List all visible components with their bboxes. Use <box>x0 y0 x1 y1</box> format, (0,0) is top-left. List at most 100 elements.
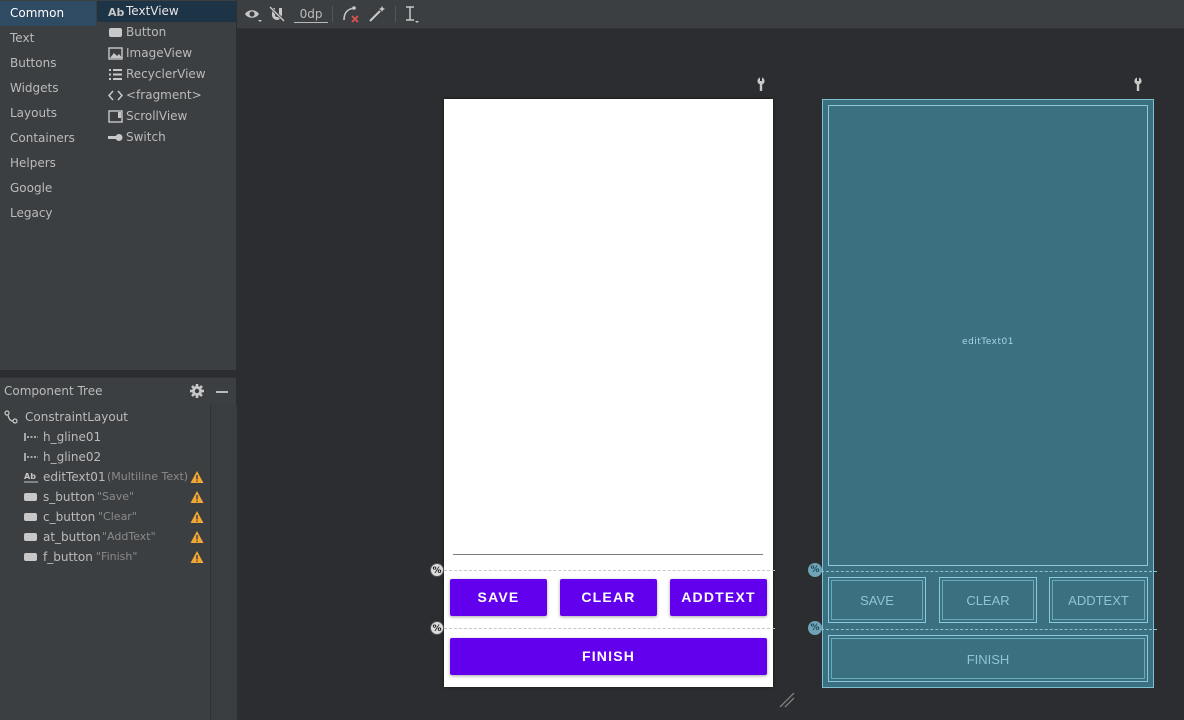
textview-icon: Ab <box>108 1 125 22</box>
palette-panel: Common Text Buttons Widgets Layouts Cont… <box>0 0 236 370</box>
gear-icon[interactable] <box>189 383 205 399</box>
tree-node-f_button[interactable]: f_button "Finish" <box>24 547 210 567</box>
list-icon <box>108 64 124 85</box>
tree-node-desc: (Multiline Text) <box>107 470 189 483</box>
palette-item-label: ScrollView <box>126 109 188 123</box>
palette-item-label: RecyclerView <box>126 67 206 81</box>
tree-node-editText01[interactable]: Ab editText01 (Multiline Text) <box>24 467 210 487</box>
addtext-button[interactable]: ADDTEXT <box>670 579 767 616</box>
magic-wand-icon[interactable] <box>367 4 387 24</box>
palette-category-helpers[interactable]: Helpers <box>0 151 96 176</box>
toolbar-separator <box>395 6 396 22</box>
percent-guideline-icon[interactable]: % <box>808 563 822 577</box>
percent-guideline-icon[interactable]: % <box>430 621 444 635</box>
palette-category-google[interactable]: Google <box>0 176 96 201</box>
attributes-strip <box>210 405 237 720</box>
tree-node-desc: "Clear" <box>98 510 137 523</box>
blueprint-surface[interactable]: editText01 SAVE CLEAR ADDTEXT FINISH <box>821 99 1157 688</box>
edit-text-editText01[interactable] <box>444 99 773 569</box>
tree-node-label: ConstraintLayout <box>25 410 129 424</box>
blueprint-addtext-button[interactable]: ADDTEXT <box>1049 577 1148 623</box>
warning-icon[interactable] <box>190 530 204 544</box>
magnet-off-icon[interactable] <box>268 4 288 24</box>
component-tree-title: Component Tree <box>4 384 103 398</box>
tree-node-label: editText01 <box>43 470 106 484</box>
tree-node-label: at_button <box>43 530 101 544</box>
tree-node-h_gline01[interactable]: h_gline01 <box>24 427 210 447</box>
warning-icon[interactable] <box>190 490 204 504</box>
clear-button[interactable]: CLEAR <box>560 579 657 616</box>
tree-node-label: s_button <box>43 490 95 504</box>
palette-categories: Common Text Buttons Widgets Layouts Cont… <box>0 0 96 370</box>
guideline-h_gline02[interactable] <box>444 628 775 629</box>
blueprint-guideline[interactable] <box>821 629 1157 630</box>
design-toolbar: 0dp <box>237 0 1184 29</box>
tree-node-h_gline02[interactable]: h_gline02 <box>24 447 210 467</box>
blueprint-save-button[interactable]: SAVE <box>828 577 926 623</box>
tree-node-desc: "AddText" <box>102 530 156 543</box>
percent-guideline-icon[interactable]: % <box>430 563 444 577</box>
save-button[interactable]: SAVE <box>450 579 547 616</box>
palette-item-label: ImageView <box>126 46 193 60</box>
tree-node-at_button[interactable]: at_button "AddText" <box>24 527 210 547</box>
palette-item-recyclerview[interactable]: RecyclerView <box>97 64 236 85</box>
blueprint-finish-button[interactable]: FINISH <box>828 635 1148 682</box>
vertical-guidelines-icon[interactable] <box>402 4 422 24</box>
wrench-icon[interactable] <box>1133 76 1143 91</box>
code-brackets-icon <box>107 85 124 106</box>
resize-handle-icon[interactable] <box>778 691 796 709</box>
toolbar-separator <box>332 6 333 22</box>
palette-category-widgets[interactable]: Widgets <box>0 76 96 101</box>
scrollview-icon <box>108 106 124 127</box>
warning-icon[interactable] <box>190 510 204 524</box>
minimize-icon[interactable] <box>216 391 228 393</box>
palette-category-legacy[interactable]: Legacy <box>0 201 96 226</box>
design-surface[interactable]: SAVE CLEAR ADDTEXT FINISH <box>444 99 775 687</box>
guideline-icon <box>24 430 38 444</box>
palette-category-layouts[interactable]: Layouts <box>0 101 96 126</box>
component-tree: ConstraintLayout h_gline01 h_gline02 Ab … <box>0 405 210 720</box>
palette-item-switch[interactable]: Switch <box>97 127 236 148</box>
button-icon <box>108 22 124 43</box>
tree-node-label: c_button <box>43 510 96 524</box>
eye-icon[interactable] <box>243 4 263 24</box>
palette-category-common[interactable]: Common <box>0 1 96 26</box>
switch-icon <box>108 127 124 148</box>
palette-item-imageview[interactable]: ImageView <box>97 43 236 64</box>
palette-category-containers[interactable]: Containers <box>0 126 96 151</box>
button-icon <box>24 530 38 544</box>
tree-node-s_button[interactable]: s_button "Save" <box>24 487 210 507</box>
component-tree-header: Component Tree <box>0 377 236 406</box>
palette-category-text[interactable]: Text <box>0 26 96 51</box>
warning-icon[interactable] <box>190 470 204 484</box>
palette-item-label: TextView <box>126 4 179 18</box>
percent-guideline-icon[interactable]: % <box>808 621 822 635</box>
palette-item-label: Switch <box>126 130 166 144</box>
wrench-icon[interactable] <box>756 76 766 91</box>
tree-node-label: f_button <box>43 550 93 564</box>
clear-constraints-icon[interactable] <box>341 4 361 24</box>
svg-text:Ab: Ab <box>24 472 36 481</box>
guideline-h_gline01[interactable] <box>444 570 775 571</box>
blueprint-edittext[interactable]: editText01 <box>828 105 1148 566</box>
finish-button[interactable]: FINISH <box>450 638 767 675</box>
button-icon <box>24 490 38 504</box>
palette-item-scrollview[interactable]: ScrollView <box>97 106 236 127</box>
constraint-layout-icon <box>4 410 18 424</box>
palette-item-textview[interactable]: Ab TextView <box>97 1 236 22</box>
palette-item-button[interactable]: Button <box>97 22 236 43</box>
blueprint-edittext-label: editText01 <box>962 337 1014 347</box>
tree-node-label: h_gline02 <box>43 450 102 464</box>
button-icon <box>24 510 38 524</box>
default-margin-field[interactable]: 0dp <box>294 6 328 23</box>
palette-item-fragment[interactable]: <fragment> <box>97 85 236 106</box>
palette-items: Ab TextView Button ImageView RecyclerVie… <box>97 0 236 370</box>
blueprint-guideline[interactable] <box>821 571 1157 572</box>
textview-icon: Ab <box>24 470 38 484</box>
palette-item-label: <fragment> <box>126 88 202 102</box>
warning-icon[interactable] <box>190 550 204 564</box>
tree-node-label: h_gline01 <box>43 430 102 444</box>
tree-node-c_button[interactable]: c_button "Clear" <box>24 507 210 527</box>
blueprint-clear-button[interactable]: CLEAR <box>939 577 1037 623</box>
palette-category-buttons[interactable]: Buttons <box>0 51 96 76</box>
